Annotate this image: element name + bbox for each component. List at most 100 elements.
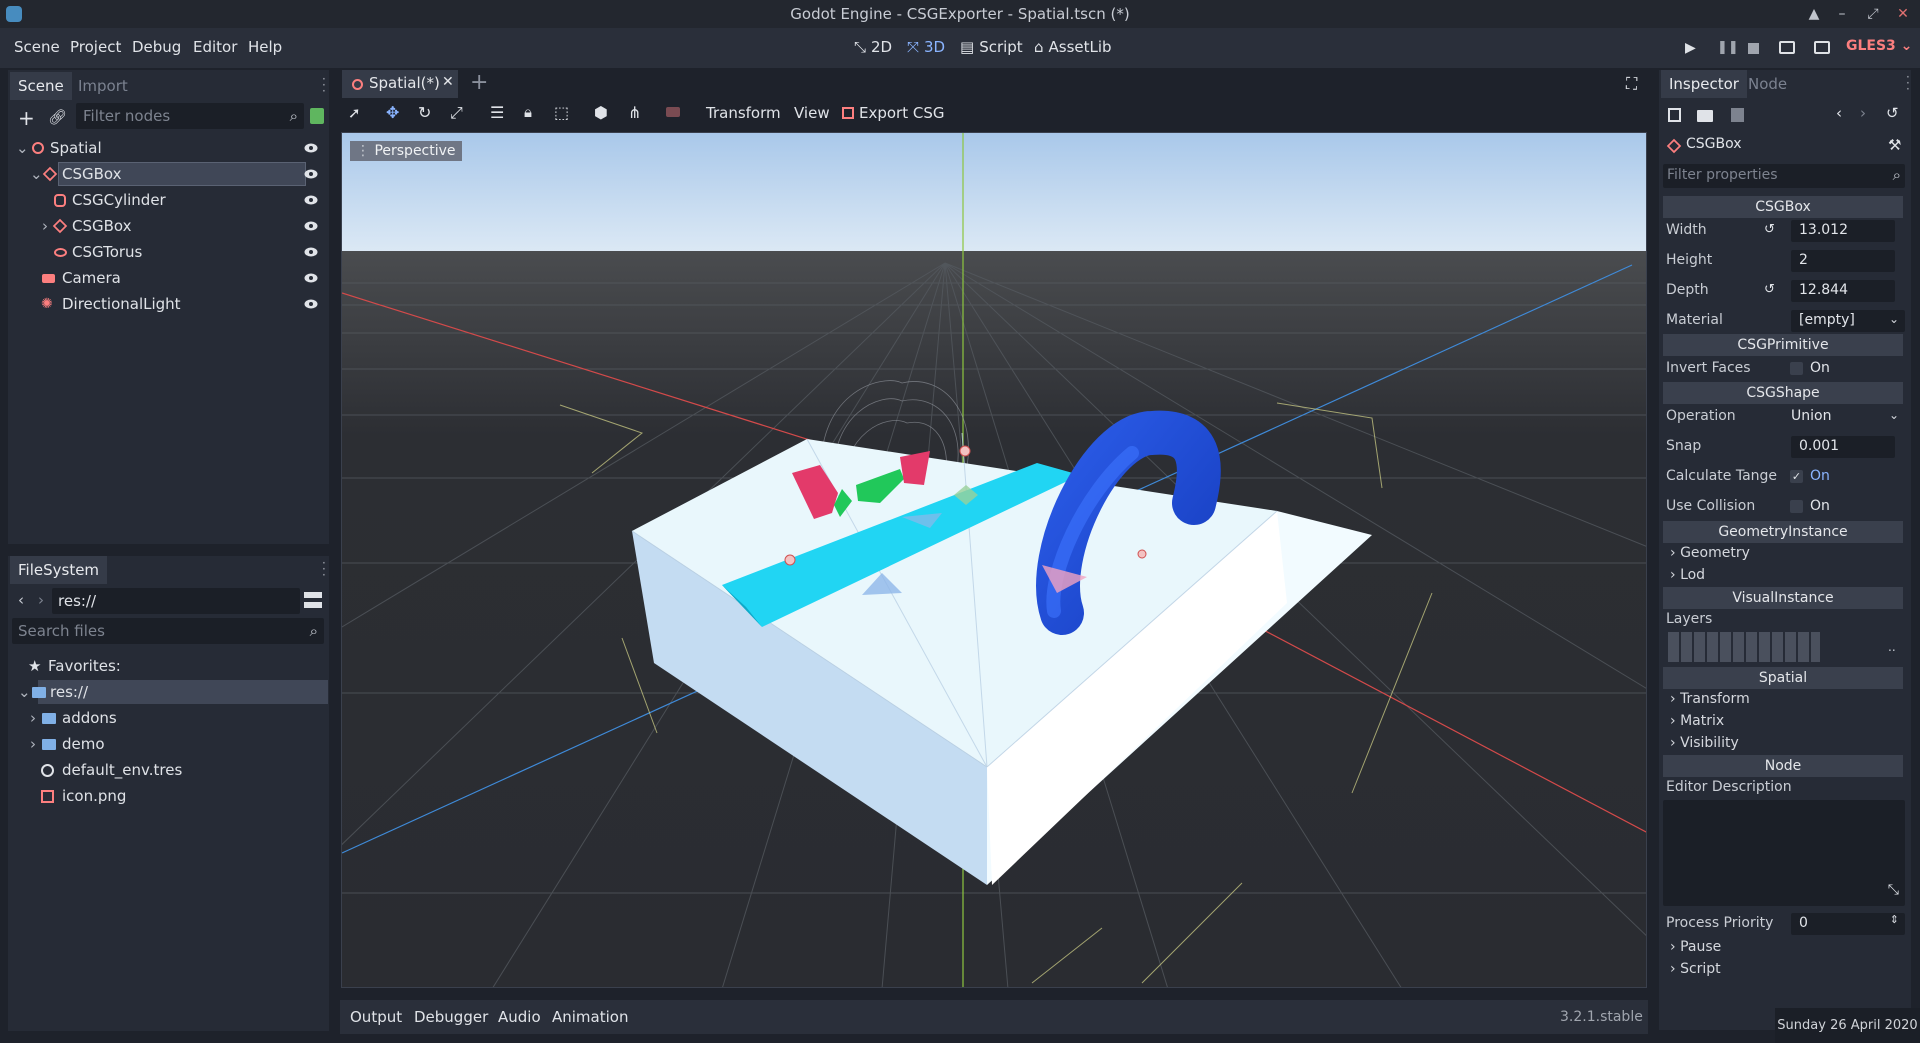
forward-icon[interactable]: › — [38, 591, 44, 609]
group-visibility[interactable]: › Visibility — [1670, 735, 1739, 751]
tab-scene[interactable]: Scene — [10, 72, 72, 100]
search-files-input[interactable]: Search files ⌕ — [12, 618, 324, 644]
renderer-select[interactable]: GLES3 ⌄ — [1846, 38, 1912, 54]
visibility-eye-icon[interactable] — [304, 221, 318, 231]
expand-icon[interactable]: ⤡ — [1888, 882, 1899, 898]
mode-3d-button[interactable]: ⤧ 3D — [907, 38, 945, 56]
load-resource-icon[interactable] — [1697, 110, 1713, 122]
play-button[interactable]: ▶ — [1685, 40, 1696, 56]
tab-inspector[interactable]: Inspector — [1661, 70, 1747, 98]
tab-output[interactable]: Output — [350, 1008, 402, 1026]
group-lod[interactable]: › Lod — [1670, 567, 1705, 583]
group-transform[interactable]: › Transform — [1670, 691, 1750, 707]
dock-menu-icon[interactable]: · · · — [322, 73, 326, 97]
group-pause[interactable]: › Pause — [1670, 939, 1721, 955]
history-forward-icon[interactable]: › — [1860, 104, 1866, 122]
tab-debugger[interactable]: Debugger — [414, 1008, 488, 1026]
layers-menu[interactable]: .. — [1888, 640, 1896, 654]
link-icon[interactable]: 🔗︎ — [48, 108, 67, 126]
camera-preview-icon[interactable] — [666, 107, 680, 117]
group-geometry[interactable]: › Geometry — [1670, 545, 1750, 561]
dock-menu-icon[interactable]: · · · — [322, 557, 326, 581]
tree-node-csgcylinder[interactable]: CSGCylinder — [8, 188, 329, 212]
lock-icon[interactable]: 🔒︎ — [524, 103, 532, 121]
tree-node-csgbox-selected[interactable]: ⌄ CSGBox — [8, 162, 329, 186]
new-tab-button[interactable]: + — [470, 70, 488, 95]
process-priority-field[interactable]: 0 ⇕ — [1791, 913, 1905, 935]
layers-grid[interactable] — [1668, 632, 1820, 662]
use-collision-checkbox[interactable] — [1790, 500, 1803, 513]
menu-project[interactable]: Project — [70, 38, 121, 56]
tree-node-camera[interactable]: Camera — [8, 266, 329, 290]
depth-field[interactable]: 12.844 — [1791, 280, 1895, 302]
menu-editor[interactable]: Editor — [193, 38, 237, 56]
pause-button[interactable]: ❚❚ — [1717, 40, 1739, 55]
object-tools-icon[interactable]: ⚒ — [1888, 136, 1901, 154]
visibility-eye-icon[interactable] — [304, 143, 318, 153]
save-icon[interactable] — [1731, 108, 1744, 122]
mode-2d-button[interactable]: ⤡ 2D — [854, 38, 892, 56]
visibility-eye-icon[interactable] — [304, 247, 318, 257]
move-tool-icon[interactable]: ✥ — [386, 103, 399, 122]
play-scene-icon[interactable] — [1779, 41, 1795, 54]
height-field[interactable]: 2 — [1791, 250, 1895, 272]
tab-audio[interactable]: Audio — [498, 1008, 541, 1026]
filter-nodes-input[interactable]: Filter nodes ⌕ — [76, 103, 304, 129]
menu-view[interactable]: View — [794, 104, 830, 122]
local-space-icon[interactable]: ⬢ — [594, 103, 608, 122]
calc-tangent-checkbox[interactable]: ✓ — [1790, 470, 1803, 483]
section-node[interactable]: Node — [1663, 755, 1903, 777]
editor-description-field[interactable]: ⤡ — [1663, 800, 1905, 906]
section-visualinstance[interactable]: VisualInstance — [1663, 587, 1903, 609]
minimize-button[interactable]: – — [1831, 3, 1853, 25]
close-button[interactable]: ✕ — [1892, 3, 1914, 25]
path-field[interactable]: res:// — [52, 588, 300, 614]
folder-res-root[interactable]: ⌄ res:// — [8, 680, 329, 704]
dock-menu-icon[interactable]: · · · — [1906, 71, 1910, 95]
tab-filesystem[interactable]: FileSystem — [10, 556, 108, 584]
visibility-eye-icon[interactable] — [304, 299, 318, 309]
menu-transform[interactable]: Transform — [706, 104, 781, 122]
play-custom-icon[interactable] — [1814, 41, 1830, 54]
revert-icon[interactable]: ↺ — [1764, 282, 1775, 297]
history-back-icon[interactable]: ‹ — [1836, 104, 1842, 122]
close-tab-icon[interactable]: ✕ — [442, 74, 454, 90]
back-icon[interactable]: ‹ — [18, 591, 24, 609]
revert-icon[interactable]: ↺ — [1764, 222, 1775, 237]
new-resource-icon[interactable] — [1668, 108, 1681, 122]
history-icon[interactable]: ↺ — [1886, 104, 1899, 122]
section-spatial[interactable]: Spatial — [1663, 667, 1903, 689]
scale-tool-icon[interactable]: ⤢ — [450, 103, 463, 123]
group-script[interactable]: › Script — [1670, 961, 1721, 977]
stop-button[interactable] — [1748, 43, 1759, 54]
section-csgbox[interactable]: CSGBox — [1663, 196, 1903, 218]
invert-faces-checkbox[interactable] — [1790, 362, 1803, 375]
add-node-button[interactable]: + — [18, 106, 35, 130]
list-select-icon[interactable]: ☰ — [490, 103, 504, 122]
distraction-free-icon[interactable]: ⛶ — [1626, 74, 1637, 94]
tree-node-csgbox-2[interactable]: › CSGBox — [8, 214, 329, 238]
mode-script-button[interactable]: ▤ Script — [960, 38, 1023, 56]
perspective-button[interactable]: ⋮ Perspective — [350, 141, 462, 161]
visibility-eye-icon[interactable] — [304, 273, 318, 283]
group-matrix[interactable]: › Matrix — [1670, 713, 1724, 729]
mode-assetlib-button[interactable]: ⌂ AssetLib — [1034, 38, 1112, 56]
section-csgprimitive[interactable]: CSGPrimitive — [1663, 334, 1903, 356]
width-field[interactable]: 13.012 — [1791, 220, 1895, 242]
section-geometryinstance[interactable]: GeometryInstance — [1663, 521, 1903, 543]
material-picker[interactable]: [empty] ⌄ — [1791, 310, 1905, 332]
snap-field[interactable]: 0.001 — [1791, 436, 1895, 458]
export-csg-button[interactable]: Export CSG — [842, 104, 945, 122]
tree-node-spatial[interactable]: ⌄ Spatial — [8, 136, 329, 160]
section-csgshape[interactable]: CSGShape — [1663, 382, 1903, 404]
menu-debug[interactable]: Debug — [132, 38, 181, 56]
tab-import[interactable]: Import — [70, 72, 136, 100]
tab-animation[interactable]: Animation — [552, 1008, 628, 1026]
tree-node-csgtorus[interactable]: CSGTorus — [8, 240, 329, 264]
maximize-button[interactable]: ⤢ — [1862, 3, 1884, 25]
rotate-tool-icon[interactable]: ↻ — [418, 103, 431, 122]
3d-viewport[interactable]: ⋮ Perspective — [341, 132, 1647, 988]
operation-select[interactable]: Union ⌄ — [1791, 406, 1905, 428]
split-view-icon[interactable] — [304, 592, 322, 608]
select-tool-icon[interactable]: ➚ — [348, 104, 361, 122]
